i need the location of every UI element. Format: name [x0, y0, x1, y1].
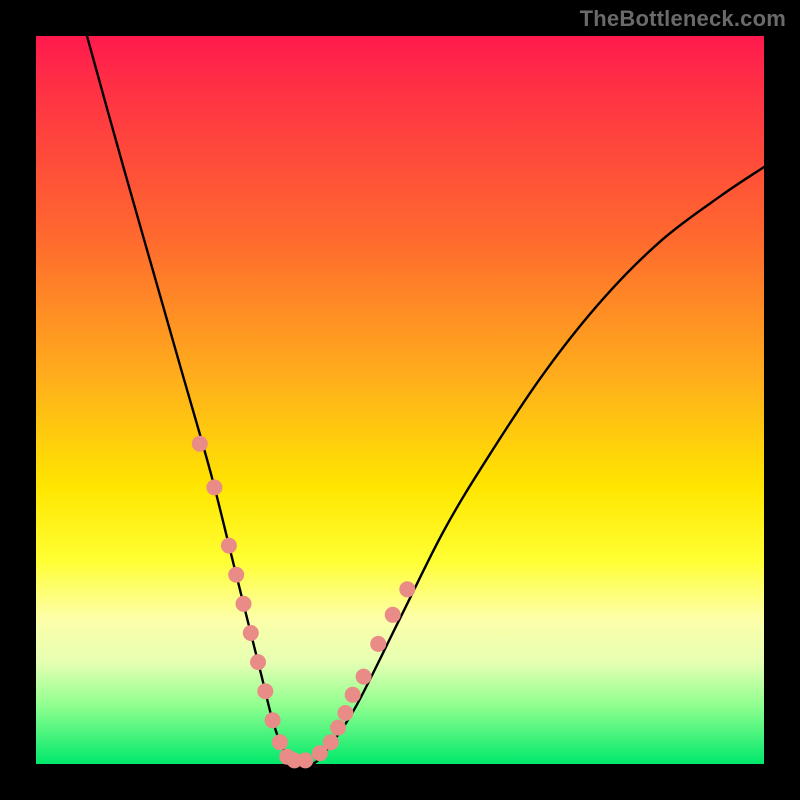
highlight-dots: [192, 436, 415, 769]
highlight-dot: [272, 734, 288, 750]
highlight-dot: [370, 636, 386, 652]
highlight-dot: [221, 538, 237, 554]
highlight-dot: [323, 734, 339, 750]
highlight-dot: [250, 654, 266, 670]
highlight-dot: [337, 705, 353, 721]
highlight-dot: [206, 479, 222, 495]
highlight-dot: [399, 581, 415, 597]
highlight-dot: [243, 625, 259, 641]
highlight-dot: [345, 687, 361, 703]
highlight-dot: [228, 567, 244, 583]
watermark-text: TheBottleneck.com: [580, 6, 786, 32]
bottleneck-curve: [87, 36, 764, 766]
highlight-dot: [192, 436, 208, 452]
plot-area: [36, 36, 764, 764]
highlight-dot: [265, 712, 281, 728]
highlight-dot: [330, 720, 346, 736]
chart-frame: TheBottleneck.com: [0, 0, 800, 800]
highlight-dot: [257, 683, 273, 699]
curve-layer: [36, 36, 764, 764]
highlight-dot: [356, 669, 372, 685]
highlight-dot: [236, 596, 252, 612]
highlight-dot: [297, 752, 313, 768]
highlight-dot: [385, 607, 401, 623]
